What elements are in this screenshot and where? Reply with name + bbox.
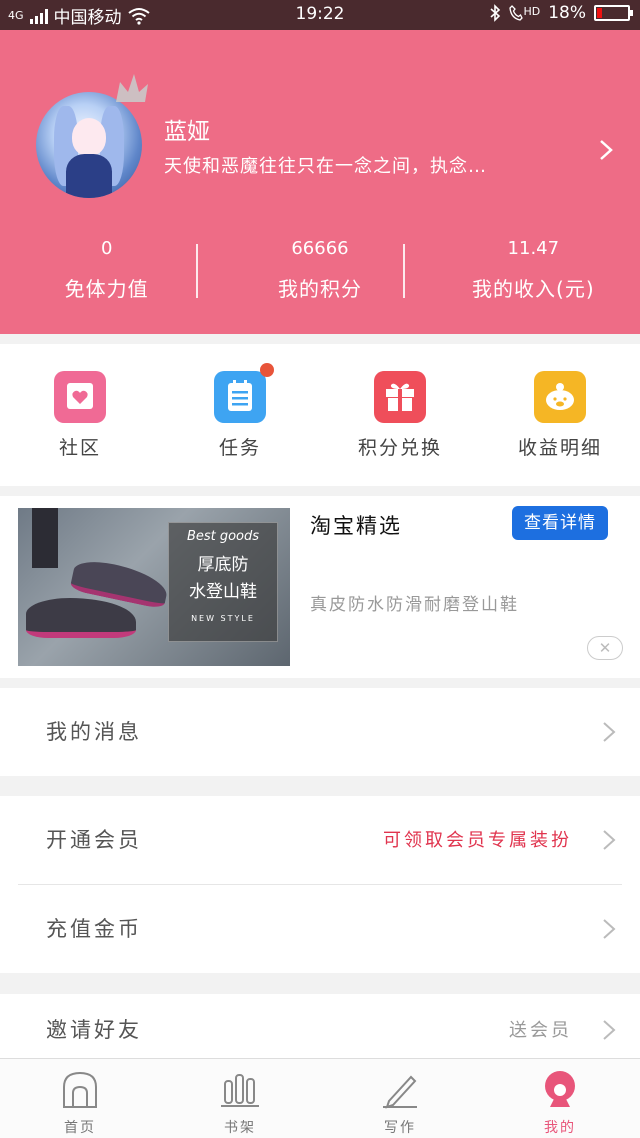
- stat-points-value: 66666: [291, 238, 349, 259]
- ad-image-line1: 厚底防: [197, 555, 249, 575]
- username: 蓝娅: [164, 119, 210, 145]
- menu-group-messages: 我的消息: [0, 688, 640, 776]
- menu-item-vip-label: 开通会员: [46, 828, 142, 852]
- battery-fill: [597, 8, 602, 18]
- action-tasks-label: 任务: [218, 437, 261, 459]
- ad-image-footer: NEW STYLE: [191, 614, 255, 623]
- status-bar: 4G 中国移动 19:22 HD 18%: [0, 0, 640, 30]
- stat-income[interactable]: 11.47 我的收入(元): [427, 230, 640, 310]
- menu-item-messages[interactable]: 我的消息: [0, 688, 640, 776]
- gift-box-icon: [374, 371, 426, 423]
- stat-divider: [196, 244, 198, 298]
- piggy-bank-icon: [534, 371, 586, 423]
- menu-item-recharge-label: 充值金币: [46, 917, 142, 941]
- crown-icon: [116, 74, 148, 102]
- ad-image[interactable]: Best goods 厚底防 水登山鞋 NEW STYLE: [18, 508, 290, 666]
- view-details-button[interactable]: 查看详情: [512, 506, 608, 540]
- menu-item-invite-label: 邀请好友: [46, 1018, 142, 1042]
- stat-income-label: 我的收入(元): [472, 277, 595, 301]
- avatar-container[interactable]: [36, 74, 148, 198]
- menu-group-account: 开通会员 可领取会员专属装扮 充值金币: [0, 796, 640, 973]
- action-community-label: 社区: [58, 437, 101, 459]
- tab-home[interactable]: 首页: [0, 1059, 160, 1138]
- pen-icon: [383, 1075, 417, 1109]
- ad-banner[interactable]: Best goods 厚底防 水登山鞋 NEW STYLE 淘宝精选 查看详情 …: [0, 496, 640, 678]
- tab-home-label: 首页: [64, 1120, 96, 1136]
- bluetooth-icon: [490, 4, 501, 22]
- tab-bookshelf[interactable]: 书架: [160, 1059, 320, 1138]
- tab-profile-label: 我的: [544, 1120, 576, 1136]
- menu-item-vip[interactable]: 开通会员 可领取会员专属装扮: [0, 796, 640, 884]
- menu-item-invite[interactable]: 邀请好友 送会员: [0, 994, 640, 1058]
- tab-bookshelf-label: 书架: [224, 1120, 256, 1136]
- stats-row: 0 免体力值 66666 我的积分 11.47 我的收入(元): [0, 230, 640, 310]
- notification-badge: [260, 363, 274, 377]
- ad-description: 真皮防水防滑耐磨登山鞋: [310, 595, 519, 615]
- tab-profile[interactable]: 我的: [480, 1059, 640, 1138]
- chevron-right-icon: [603, 722, 616, 742]
- ad-image-caption: Best goods: [186, 529, 260, 544]
- task-list-icon: [214, 363, 274, 423]
- bookshelf-icon: [221, 1074, 259, 1107]
- home-icon: [63, 1071, 97, 1108]
- bottom-nav: 首页 书架 写作 我的: [0, 1058, 640, 1138]
- chevron-right-icon: [603, 919, 616, 939]
- vip-promo-text: 可领取会员专属装扮: [383, 830, 572, 851]
- tab-write-label: 写作: [384, 1120, 416, 1136]
- action-points-exchange-label: 积分兑换: [357, 437, 442, 459]
- stat-income-value: 11.47: [507, 238, 560, 259]
- chevron-right-icon: [603, 1020, 616, 1040]
- menu-group-invite: 邀请好友 送会员: [0, 994, 640, 1058]
- stat-stamina-label: 免体力值: [64, 277, 149, 301]
- menu-item-messages-label: 我的消息: [46, 720, 142, 744]
- stat-points[interactable]: 66666 我的积分: [213, 230, 426, 310]
- profile-header[interactable]: 蓝娅 天使和恶魔往往只在一念之间，执念… 0 免体力值 66666 我的积分 1…: [0, 30, 640, 334]
- tab-write[interactable]: 写作: [320, 1059, 480, 1138]
- action-points-exchange[interactable]: 积分兑换: [320, 344, 480, 486]
- battery-icon: [594, 5, 633, 21]
- hd-label: HD: [523, 5, 541, 18]
- action-community[interactable]: 社区: [0, 344, 160, 486]
- action-tasks[interactable]: 任务: [160, 344, 320, 486]
- ad-image-line2: 水登山鞋: [189, 582, 257, 602]
- stat-points-label: 我的积分: [277, 277, 362, 301]
- invite-promo-text: 送会员: [509, 1020, 572, 1041]
- quick-actions: 社区 任务 积分兑换 收益明细: [0, 344, 640, 486]
- menu-item-recharge[interactable]: 充值金币: [0, 885, 640, 973]
- close-icon[interactable]: ✕: [587, 636, 623, 660]
- community-heart-icon: [54, 371, 106, 423]
- call-hd-icon: HD: [509, 5, 540, 21]
- stat-stamina-value: 0: [100, 238, 113, 259]
- chevron-right-icon[interactable]: [598, 138, 614, 162]
- status-right: HD 18%: [489, 3, 633, 23]
- stat-divider: [403, 244, 405, 298]
- ad-image-panel: Best goods 厚底防 水登山鞋 NEW STYLE: [168, 522, 278, 642]
- action-income-details[interactable]: 收益明细: [480, 344, 640, 486]
- action-income-details-label: 收益明细: [517, 437, 602, 459]
- ad-title: 淘宝精选: [310, 514, 402, 538]
- battery-percent: 18%: [548, 3, 586, 23]
- user-signature: 天使和恶魔往往只在一念之间，执念…: [164, 156, 487, 177]
- stat-stamina[interactable]: 0 免体力值: [0, 230, 213, 310]
- chevron-right-icon: [603, 830, 616, 850]
- profile-icon: [545, 1071, 575, 1107]
